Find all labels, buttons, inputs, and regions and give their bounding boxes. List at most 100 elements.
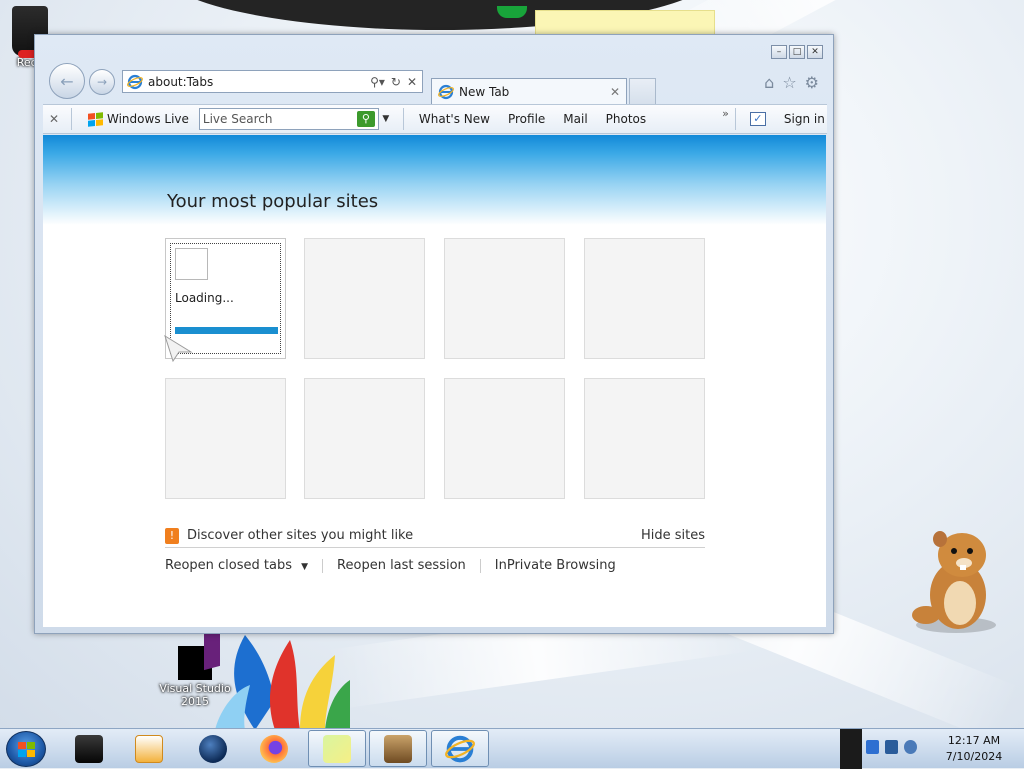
windows-live-label: Windows Live (107, 112, 189, 126)
forward-button[interactable]: → (89, 69, 115, 95)
back-button[interactable]: ← (49, 63, 85, 99)
site-tile[interactable] (444, 378, 565, 499)
tray-divider (840, 729, 862, 769)
system-tray: 12:17 AM 7/10/2024 (840, 729, 1024, 769)
site-tile[interactable] (584, 238, 705, 359)
reopen-closed-tabs-link[interactable]: Reopen closed tabs ▼ (165, 558, 308, 573)
address-tools: ⚲▾ ↻ ✕ (370, 75, 422, 89)
windows-live-button[interactable]: Windows Live (88, 111, 189, 127)
site-thumbnail (175, 248, 208, 280)
whats-new-link[interactable]: What's New (419, 112, 490, 126)
ie-tab-icon (438, 84, 454, 99)
internet-explorer-icon (445, 735, 475, 762)
start-button[interactable] (6, 731, 46, 767)
gear-icon[interactable]: ⚙ (805, 73, 819, 92)
windows-logo-icon (88, 111, 103, 127)
tab-new-tab[interactable]: New Tab ✕ (431, 78, 627, 104)
wallpaper-green-shape (497, 6, 527, 18)
favorites-star-icon[interactable]: ☆ (782, 73, 796, 92)
window-caption-buttons: – □ ✕ (771, 45, 823, 59)
taskbar-hamster-button[interactable] (369, 730, 427, 767)
taskbar-cmd-button[interactable] (60, 730, 118, 767)
checkbox-icon[interactable]: ✓ (749, 112, 766, 126)
internet-explorer-window: – □ ✕ ← → about:Tabs ⚲▾ ↻ ✕ New Tab ✕ ⌂ … (34, 34, 834, 634)
clock[interactable]: 12:17 AM 7/10/2024 (936, 733, 1012, 765)
wallpaper-pony-tail (215, 635, 350, 728)
address-url[interactable]: about:Tabs (148, 75, 370, 89)
reopen-last-session-link[interactable]: Reopen last session (337, 558, 466, 573)
chevron-down-icon: ▼ (301, 562, 309, 572)
tray-icons (866, 740, 917, 754)
sign-in-link[interactable]: Sign in (784, 112, 825, 126)
back-arrow-icon: ← (60, 71, 74, 91)
browser-tools: ⌂ ☆ ⚙ (764, 73, 819, 92)
site-tile[interactable] (444, 238, 565, 359)
hamster-mascot-icon[interactable] (910, 525, 1002, 635)
globe-icon (199, 734, 227, 763)
loading-progress-bar (175, 327, 278, 334)
site-tile[interactable] (165, 378, 286, 499)
site-tile[interactable] (304, 238, 425, 359)
page-title: Your most popular sites (167, 191, 379, 212)
tray-app-icon[interactable] (866, 740, 879, 754)
terminal-icon (75, 734, 103, 763)
toolbar-overflow-chevron[interactable]: » (722, 107, 729, 120)
maximize-button[interactable]: □ (789, 45, 805, 59)
sticky-notes-icon (323, 734, 351, 763)
divider (402, 108, 404, 130)
visual-studio-icon (178, 646, 212, 680)
divider (734, 108, 736, 130)
tab-close-icon[interactable]: ✕ (610, 85, 620, 99)
hamster-box-icon (384, 734, 412, 763)
discover-link[interactable]: Discover other sites you might like (187, 528, 641, 543)
discover-row: ! Discover other sites you might like Hi… (165, 524, 705, 548)
clock-time: 12:17 AM (947, 734, 1001, 747)
taskbar: 12:17 AM 7/10/2024 (0, 728, 1024, 769)
windows-logo-icon (18, 742, 35, 757)
profile-link[interactable]: Profile (508, 112, 545, 126)
live-search-input[interactable]: Live Search ⚲ (198, 108, 379, 130)
taskbar-sticky-notes-button[interactable] (308, 730, 366, 767)
search-options-dropdown[interactable]: ▼ (379, 114, 393, 124)
session-links: Reopen closed tabs ▼ Reopen last session… (165, 558, 616, 573)
taskbar-internet-explorer-button[interactable] (431, 730, 489, 767)
home-icon[interactable]: ⌂ (764, 73, 774, 92)
taskbar-firefox-button[interactable] (245, 730, 303, 767)
media-player-icon (135, 734, 163, 763)
tile-loading-text: Loading... (175, 291, 234, 305)
stop-icon[interactable]: ✕ (407, 75, 417, 89)
header-gradient (43, 135, 826, 225)
visual-studio-label: Visual Studio 2015 (159, 682, 231, 708)
taskbar-media-player-button[interactable] (120, 730, 178, 767)
ie-page-icon (127, 74, 143, 89)
new-tab-page: Your most popular sites Loading... ! Dis… (43, 135, 826, 627)
live-search-placeholder: Live Search (202, 112, 273, 126)
network-icon[interactable] (885, 740, 898, 754)
clock-date: 7/10/2024 (945, 750, 1003, 763)
new-tab-button[interactable] (629, 78, 656, 104)
lightbulb-icon: ! (165, 527, 179, 544)
refresh-icon[interactable]: ↻ (391, 75, 401, 89)
search-go-icon[interactable]: ⚲ (356, 111, 375, 127)
firefox-icon (260, 734, 288, 763)
close-toolbar-icon[interactable]: ✕ (43, 112, 65, 126)
visual-studio-desktop-icon[interactable]: Visual Studio 2015 (155, 632, 235, 708)
site-tile[interactable] (584, 378, 705, 499)
address-bar[interactable]: about:Tabs ⚲▾ ↻ ✕ (122, 70, 423, 93)
volume-icon[interactable] (904, 740, 917, 754)
tab-title: New Tab (459, 84, 510, 99)
taskbar-globe-button[interactable] (184, 730, 242, 767)
mail-link[interactable]: Mail (563, 112, 587, 126)
search-icon[interactable]: ⚲▾ (370, 75, 385, 89)
forward-arrow-icon: → (96, 75, 108, 89)
site-tile[interactable] (304, 378, 425, 499)
divider (479, 558, 481, 573)
hide-sites-link[interactable]: Hide sites (641, 528, 705, 543)
reopen-closed-tabs-label: Reopen closed tabs (165, 558, 292, 573)
inprivate-browsing-link[interactable]: InPrivate Browsing (495, 558, 616, 573)
mouse-cursor-icon (164, 334, 193, 363)
windows-live-toolbar: ✕ Windows Live Live Search ⚲ ▼ What's Ne… (43, 104, 827, 134)
photos-link[interactable]: Photos (606, 112, 646, 126)
minimize-button[interactable]: – (771, 45, 787, 59)
close-window-button[interactable]: ✕ (807, 45, 823, 59)
